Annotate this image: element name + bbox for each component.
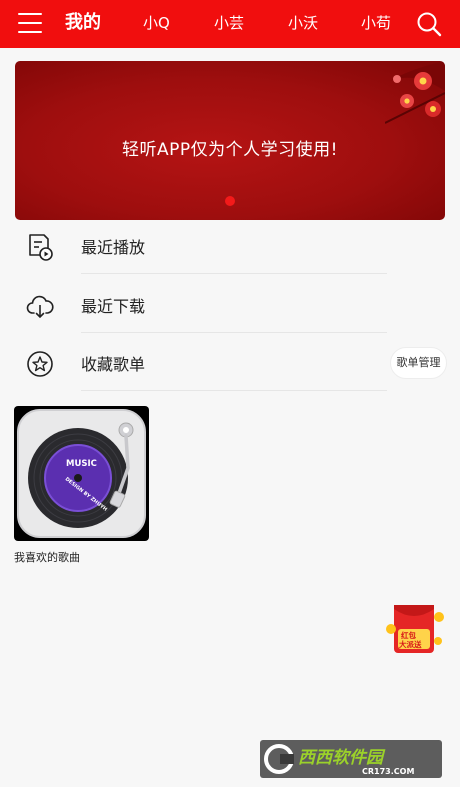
divider bbox=[81, 332, 387, 333]
tab-xiaoyun[interactable]: 小芸 bbox=[214, 0, 244, 48]
playlist-title: 我喜欢的歌曲 bbox=[14, 551, 80, 564]
star-icon bbox=[27, 351, 53, 377]
red-envelope-icon: 红包 大派送 bbox=[386, 605, 444, 653]
list-item-recent-download[interactable]: 最近下载 bbox=[0, 277, 460, 333]
list-label-favorites: 收藏歌单 bbox=[81, 355, 146, 374]
red-packet-text-1: 红包 bbox=[401, 630, 416, 640]
tab-xiaogou[interactable]: 小苟 bbox=[361, 0, 391, 48]
promo-banner[interactable]: 轻听APP仅为个人学习使用! bbox=[15, 61, 445, 220]
divider bbox=[81, 390, 387, 391]
cover-text-music: MUSIC bbox=[66, 459, 97, 469]
playlist-manage-button[interactable]: 歌单管理 bbox=[390, 347, 447, 379]
watermark-url: CR173.COM bbox=[362, 767, 414, 776]
red-packet-promo[interactable]: 红包 大派送 bbox=[384, 601, 446, 657]
banner-text: 轻听APP仅为个人学习使用! bbox=[122, 140, 338, 160]
watermark-logo-icon: 西西软件园 CR173.COM bbox=[260, 740, 442, 778]
divider bbox=[81, 273, 387, 274]
plum-blossom-decoration bbox=[385, 61, 445, 124]
tab-xiaoq[interactable]: 小Q bbox=[143, 0, 170, 48]
banner-indicator-dot bbox=[225, 196, 235, 206]
top-bar: 我的 小Q 小芸 小沃 小苟 bbox=[0, 0, 460, 48]
tab-mine[interactable]: 我的 bbox=[65, 0, 101, 48]
hamburger-menu-icon[interactable] bbox=[18, 13, 42, 35]
list-label-recent-play: 最近播放 bbox=[81, 238, 146, 257]
search-icon[interactable] bbox=[416, 11, 442, 37]
playlist-cover[interactable]: MUSIC DESIGN BY ZHUYH bbox=[14, 406, 149, 541]
recent-play-icon bbox=[29, 234, 53, 261]
tab-xiaowo[interactable]: 小沃 bbox=[288, 0, 318, 48]
list-label-recent-download: 最近下载 bbox=[81, 297, 146, 316]
music-record-icon: MUSIC DESIGN BY ZHUYH bbox=[17, 409, 146, 538]
cloud-download-icon bbox=[26, 295, 54, 319]
red-packet-text-2: 大派送 bbox=[399, 639, 422, 649]
list-item-recent-play[interactable]: 最近播放 bbox=[0, 218, 460, 274]
site-watermark: 西西软件园 CR173.COM bbox=[260, 740, 442, 778]
watermark-text: 西西软件园 bbox=[298, 748, 386, 768]
